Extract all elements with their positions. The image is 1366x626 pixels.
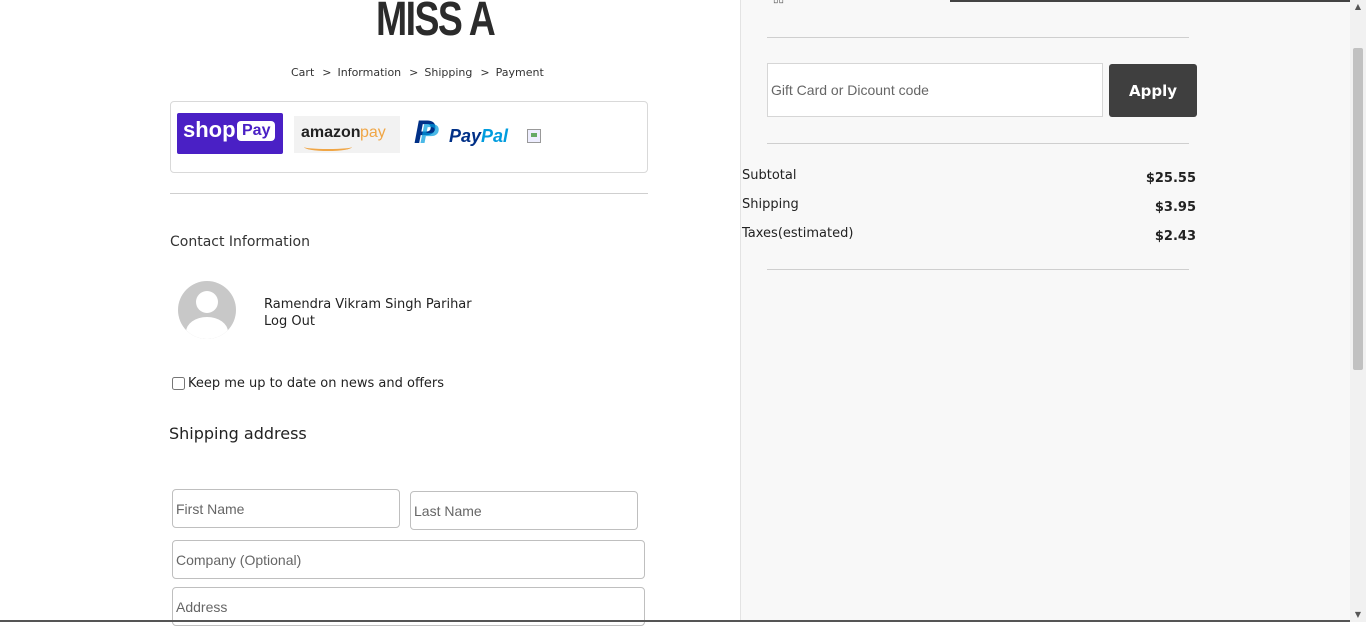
checkout-main-panel: MISS A Cart > Information > Shipping > Payment… [0,0,740,626]
broken-image-icon[interactable] [527,129,541,143]
scroll-up-arrow-icon[interactable]: ▲ [1353,2,1363,12]
divider [767,37,1189,38]
discount-code-input[interactable] [767,63,1103,117]
company-field[interactable] [172,540,645,579]
breadcrumb-information[interactable]: Information [337,66,401,79]
breadcrumb-shipping[interactable]: Shipping [424,66,472,79]
last-name-field[interactable] [410,491,638,530]
subtotal-value: $25.55 [1145,171,1196,186]
avatar [178,281,236,339]
breadcrumb: Cart > Information > Shipping > Payment [291,66,548,79]
express-checkout-box: shop Pay amazon pay P P PayPal [170,101,648,173]
newsletter-label: Keep me up to date on news and offers [188,376,445,391]
breadcrumb-separator: > [480,66,490,79]
paypal-label-pay: Pay [449,126,482,146]
top-edge-line [950,0,1350,2]
user-name: Ramendra Vikram Singh Parihar [264,297,472,312]
page-scrollbar[interactable]: ▲ ▼ [1350,0,1366,622]
paypal-label-pal: Pal [481,126,509,146]
shipping-value: $3.95 [1154,200,1196,215]
shop-pay-button[interactable]: shop Pay [177,113,283,154]
newsletter-option[interactable]: Keep me up to date on news and offers [172,376,444,391]
scroll-down-arrow-icon[interactable]: ▼ [1353,610,1363,620]
amazon-pay-button[interactable]: amazon pay [294,116,400,153]
shipping-heading: Shipping address [169,424,307,443]
apply-button[interactable]: Apply [1109,64,1197,117]
scrollbar-thumb[interactable] [1353,48,1363,370]
logout-link[interactable]: Log Out [264,314,315,329]
shop-pay-badge: Pay [237,121,276,141]
contact-heading: Contact Information [170,234,310,250]
subtotal-label: Subtotal [742,168,797,183]
breadcrumb-cart[interactable]: Cart [291,66,314,79]
taxes-value: $2.43 [1154,229,1196,244]
paypal-p-icon-overlay: P [420,118,439,149]
cropped-content: ▯▯ [773,0,784,5]
amazon-pay-label: amazon [301,124,361,141]
shipping-label: Shipping [742,197,799,212]
paypal-label: PayPal [449,126,508,147]
divider [767,269,1189,270]
divider [767,143,1189,144]
breadcrumb-separator: > [322,66,332,79]
paypal-button[interactable]: P P PayPal [414,114,524,152]
shop-pay-label: shop [183,117,236,142]
store-logo[interactable]: MISS A [376,0,496,47]
newsletter-checkbox[interactable] [172,377,185,390]
breadcrumb-payment[interactable]: Payment [496,66,544,79]
amazon-pay-suffix: pay [360,124,386,141]
amazon-smile-icon [304,143,352,151]
first-name-field[interactable] [172,489,400,528]
divider [170,193,648,194]
avatar-body [186,317,228,339]
breadcrumb-separator: > [409,66,419,79]
taxes-label: Taxes(estimated) [742,226,854,241]
avatar-head [196,291,218,313]
